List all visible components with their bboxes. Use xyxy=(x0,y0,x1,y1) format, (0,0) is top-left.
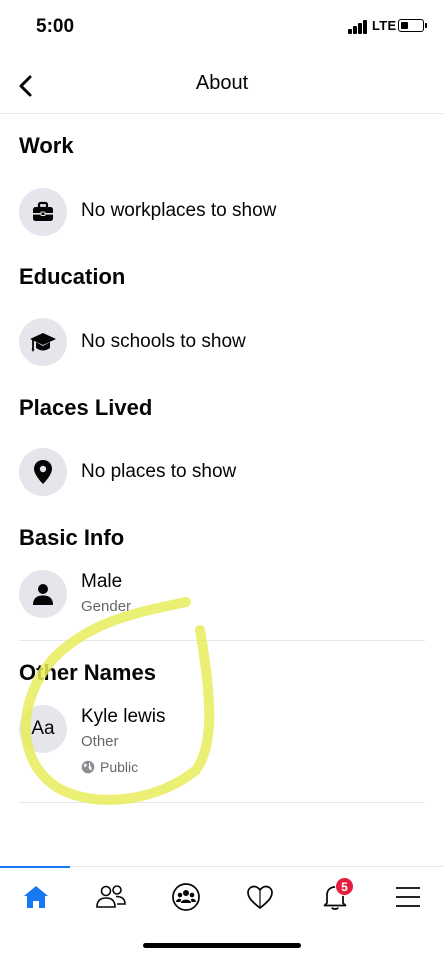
divider xyxy=(19,640,425,641)
work-empty-text: No workplaces to show xyxy=(81,200,277,221)
gender-value: Male xyxy=(81,571,123,592)
active-tab-indicator xyxy=(0,866,70,868)
privacy-row: Public xyxy=(81,759,138,775)
dating-icon xyxy=(247,885,273,910)
status-time: 5:00 xyxy=(36,16,75,37)
section-title-places-lived: Places Lived xyxy=(19,395,153,420)
section-title-basic-info: Basic Info xyxy=(19,525,125,550)
notification-badge: 5 xyxy=(335,877,354,896)
other-name-value: Kyle lewis xyxy=(81,706,166,727)
aa-icon-text: Aa xyxy=(31,718,55,739)
section-title-work: Work xyxy=(19,133,74,158)
section-title-education: Education xyxy=(19,264,126,289)
friends-icon xyxy=(96,885,126,908)
tab-friends[interactable] xyxy=(87,877,135,917)
battery-icon xyxy=(398,19,427,32)
tab-menu[interactable] xyxy=(384,877,432,917)
graduation-cap-icon xyxy=(19,318,67,366)
gender-label: Gender xyxy=(81,598,132,615)
divider xyxy=(19,802,425,803)
menu-icon xyxy=(396,887,420,907)
status-bar: 5:00 LTE xyxy=(0,0,444,56)
text-aa-icon: Aa xyxy=(19,705,67,753)
page-title: About xyxy=(195,72,249,94)
globe-icon xyxy=(81,760,95,774)
places-empty-text: No places to show xyxy=(81,461,237,482)
tab-dating[interactable] xyxy=(236,877,284,917)
home-indicator xyxy=(143,943,301,948)
person-icon xyxy=(19,570,67,618)
groups-icon xyxy=(172,883,200,911)
section-title-other-names: Other Names xyxy=(19,660,156,685)
briefcase-icon xyxy=(19,188,67,236)
signal-icon xyxy=(348,20,370,34)
nav-bar: About xyxy=(0,58,444,114)
network-label: LTE xyxy=(372,18,397,33)
other-name-label: Other xyxy=(81,733,119,750)
privacy-label: Public xyxy=(100,759,139,775)
education-empty-text: No schools to show xyxy=(81,331,246,352)
tab-notifications[interactable]: 5 xyxy=(311,877,359,917)
tab-groups[interactable] xyxy=(162,877,210,917)
location-pin-icon xyxy=(19,448,67,496)
home-icon xyxy=(24,886,48,908)
tab-home[interactable] xyxy=(12,877,60,917)
